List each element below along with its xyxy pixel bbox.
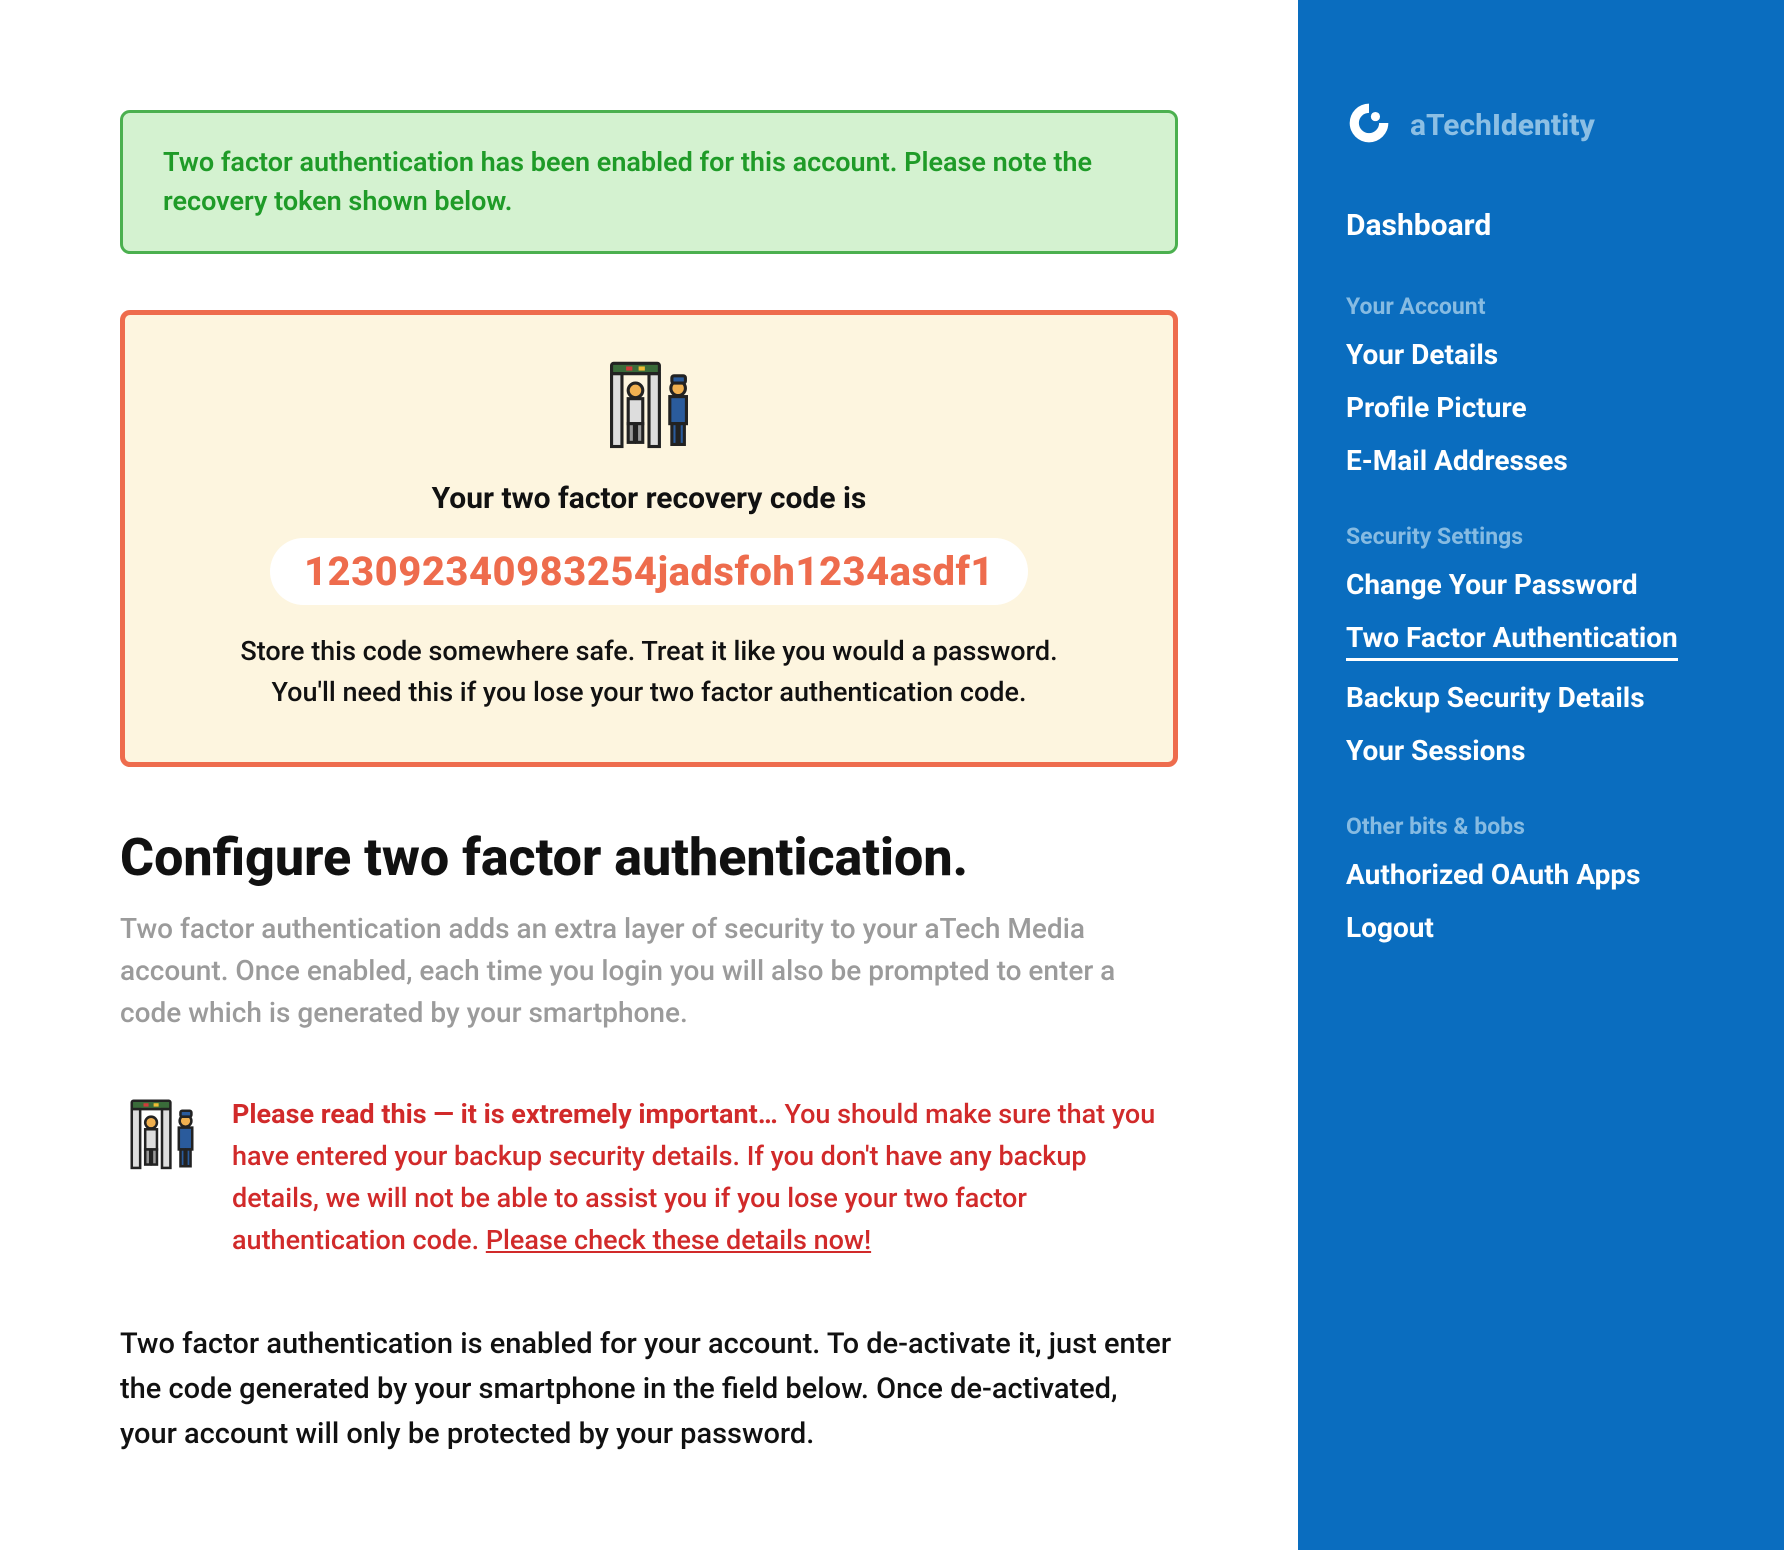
deactivate-text: Two factor authentication is enabled for… [120, 1322, 1178, 1457]
recovery-code: 123092340983254jadsfoh1234asdf1 [270, 538, 1028, 605]
brand-name: aTechIdentity [1410, 108, 1595, 143]
alert-success: Two factor authentication has been enabl… [120, 110, 1178, 254]
brand-logo-icon [1346, 100, 1392, 150]
nav-item-email-addresses[interactable]: E-Mail Addresses [1346, 444, 1736, 477]
nav-item-profile-picture[interactable]: Profile Picture [1346, 391, 1736, 424]
page-title: Configure two factor authentication. [120, 827, 1178, 888]
nav-item-oauth-apps[interactable]: Authorized OAuth Apps [1346, 858, 1736, 891]
nav-section-other: Other bits & bobs Authorized OAuth Apps … [1346, 813, 1736, 944]
main-content: Two factor authentication has been enabl… [0, 0, 1298, 1550]
nav-dashboard[interactable]: Dashboard [1346, 208, 1736, 243]
nav-section-label-security: Security Settings [1346, 523, 1736, 550]
nav-section-account: Your Account Your Details Profile Pictur… [1346, 293, 1736, 477]
nav-section-label-account: Your Account [1346, 293, 1736, 320]
recovery-title: Your two factor recovery code is [175, 481, 1123, 516]
nav-item-change-password[interactable]: Change Your Password [1346, 568, 1736, 601]
nav-section-security: Security Settings Change Your Password T… [1346, 523, 1736, 767]
nav-item-your-details[interactable]: Your Details [1346, 338, 1736, 371]
page-subtitle: Two factor authentication adds an extra … [120, 908, 1178, 1034]
security-gate-icon-small [120, 1094, 204, 1261]
warning-row: Please read this — it is extremely impor… [120, 1094, 1178, 1261]
nav-section-label-other: Other bits & bobs [1346, 813, 1736, 840]
brand-suffix: Identity [1492, 108, 1595, 143]
nav-item-sessions[interactable]: Your Sessions [1346, 734, 1736, 767]
warning-text: Please read this — it is extremely impor… [232, 1094, 1178, 1261]
security-gate-icon [175, 355, 1123, 463]
nav-item-two-factor[interactable]: Two Factor Authentication [1346, 621, 1678, 661]
brand-prefix: aTech [1410, 108, 1492, 143]
nav-item-logout[interactable]: Logout [1346, 911, 1736, 944]
nav-item-backup-security[interactable]: Backup Security Details [1346, 681, 1736, 714]
warning-strong: Please read this — it is extremely impor… [232, 1098, 778, 1130]
recovery-note: Store this code somewhere safe. Treat it… [209, 631, 1089, 712]
warning-link[interactable]: Please check these details now! [486, 1224, 871, 1256]
brand: aTechIdentity [1346, 100, 1736, 150]
sidebar: aTechIdentity Dashboard Your Account You… [1298, 0, 1784, 1550]
recovery-panel: Your two factor recovery code is 1230923… [120, 310, 1178, 767]
alert-success-text: Two factor authentication has been enabl… [163, 146, 1092, 217]
